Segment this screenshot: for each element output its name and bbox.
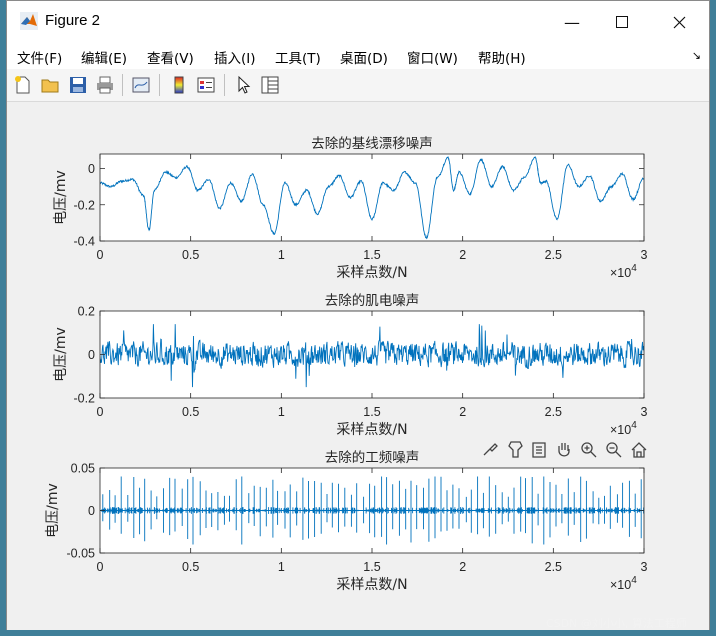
toolbar-separator: [224, 74, 225, 96]
y-axis-label: 电压/mv: [53, 170, 69, 225]
pan-icon[interactable]: [558, 443, 570, 457]
x-tick-label: 2: [459, 248, 466, 262]
x-tick-label: 2.5: [545, 405, 562, 419]
x-tick-label: 2.5: [545, 248, 562, 262]
y-axis-label: 电压/mv: [53, 327, 69, 382]
restore-view-icon[interactable]: [532, 442, 546, 458]
chart-title: 去除的肌电噪声: [325, 293, 420, 309]
menu-tools[interactable]: 工具(T): [275, 47, 321, 67]
x-tick-label: 0: [97, 248, 104, 262]
x-tick-label: 2: [459, 560, 466, 574]
matlab-logo-icon: [20, 12, 38, 30]
x-exponent-label: ×104: [610, 575, 637, 592]
link-plot-icon[interactable]: [131, 75, 151, 95]
colorbar-icon[interactable]: [169, 75, 189, 95]
x-tick-label: 3: [641, 248, 648, 262]
y-tick-label: 0: [88, 348, 95, 362]
x-axis-label: 采样点数/N: [336, 265, 407, 281]
x-tick-label: 3: [641, 405, 648, 419]
y-tick-label: 0.05: [71, 462, 95, 476]
subplot-2[interactable]: 0 0.5 1 1.5 2 2.5 30.20-0.2×104去除的肌电噪声采样点数/N电压…: [53, 293, 648, 438]
x-exponent-label: ×104: [610, 263, 637, 280]
y-tick-label: 0: [88, 162, 95, 176]
figure-window: Figure 2 — 文件(F) 编辑(E) 查看(V) 插入(I) 工具(T)…: [6, 0, 710, 630]
print-icon[interactable]: [95, 75, 115, 95]
zoom-in-icon[interactable]: [581, 442, 597, 458]
maximize-button[interactable]: [599, 1, 645, 43]
y-tick-label: 0: [88, 504, 95, 518]
maximize-icon: [616, 16, 628, 28]
menu-edit[interactable]: 编辑(E): [81, 47, 127, 67]
open-file-icon[interactable]: [40, 75, 60, 95]
x-tick-label: 3: [641, 560, 648, 574]
x-tick-label: 0: [97, 560, 104, 574]
minimize-button[interactable]: —: [549, 1, 595, 43]
figure-canvas: 0 0.5 1 1.5 2 2.5 30-0.2-0.4×104去除的基线漂移噪声采样点数/…: [45, 135, 648, 593]
title-bar: Figure 2 —: [7, 1, 709, 43]
y-axis-label: 电压/mv: [45, 483, 61, 538]
x-tick-label: 0.5: [182, 248, 199, 262]
x-axis-label: 采样点数/N: [336, 577, 407, 593]
y-tick-label: -0.05: [67, 547, 96, 561]
x-tick-label: 1.5: [363, 405, 380, 419]
x-tick-label: 1.5: [363, 248, 380, 262]
subplot-1[interactable]: 0 0.5 1 1.5 2 2.5 3 0 -0.2 -0.4 ×104 去除的基线漂移噪声采样点数/…: [53, 135, 648, 281]
chart-title: 去除的工频噪声: [325, 450, 420, 466]
chart-title: 去除的基线漂移噪声: [311, 135, 433, 152]
figure-area: 0 0.5 1 1.5 2 2.5 3 0 -0.2 -0.4 ×104 去除的基线漂移噪声 采样点数/…: [7, 102, 709, 630]
menu-desktop[interactable]: 桌面(D): [340, 47, 388, 67]
home-icon[interactable]: [631, 442, 647, 458]
menu-file[interactable]: 文件(F): [17, 47, 62, 67]
y-tick-label: -0.2: [73, 392, 95, 406]
watermark: CSDN @刘小小, 算法工程师: [546, 617, 687, 630]
x-tick-label: 1: [278, 248, 285, 262]
x-axis-label: 采样点数/N: [336, 422, 407, 438]
x-tick-label: 1.5: [363, 560, 380, 574]
toolbar-separator: [122, 74, 123, 96]
x-tick-label: 0.5: [182, 560, 199, 574]
zoom-out-icon[interactable]: [606, 442, 622, 458]
x-tick-label: 2: [459, 405, 466, 419]
close-button[interactable]: [656, 1, 702, 43]
axes-toolbar: [483, 441, 647, 458]
property-inspector-icon[interactable]: [260, 75, 280, 95]
toolbar-separator: [159, 74, 160, 96]
minimize-icon: —: [564, 12, 580, 32]
y-tick-label: -0.4: [73, 235, 95, 249]
brush-icon[interactable]: [483, 443, 498, 456]
y-tick-label: 0.2: [78, 305, 95, 319]
data-tips-icon[interactable]: [508, 441, 523, 458]
new-figure-icon[interactable]: [13, 75, 33, 95]
edit-plot-icon[interactable]: [234, 75, 254, 95]
subplot-3[interactable]: 0 0.5 1 1.5 2 2.5 30.050-0.05×104去除的工频噪声采样点数/N…: [45, 450, 648, 593]
close-icon: [673, 16, 685, 28]
x-tick-label: 1: [278, 560, 285, 574]
dock-arrow-icon[interactable]: ↘: [692, 49, 701, 62]
x-tick-label: 2.5: [545, 560, 562, 574]
legend-icon[interactable]: [196, 75, 216, 95]
x-tick-label: 0.5: [182, 405, 199, 419]
plot-area[interactable]: [100, 154, 644, 241]
menu-insert[interactable]: 插入(I): [214, 47, 256, 67]
figure-toolbar: [7, 69, 709, 102]
x-tick-label: 1: [278, 405, 285, 419]
x-exponent-label: ×104: [610, 420, 637, 437]
window-title: Figure 2: [45, 12, 101, 29]
y-tick-label: -0.2: [73, 198, 95, 212]
x-tick-label: 0: [97, 405, 104, 419]
menu-bar: 文件(F) 编辑(E) 查看(V) 插入(I) 工具(T) 桌面(D) 窗口(W…: [7, 43, 709, 69]
menu-view[interactable]: 查看(V): [147, 47, 194, 67]
save-icon[interactable]: [68, 75, 88, 95]
menu-window[interactable]: 窗口(W): [407, 47, 458, 67]
menu-help[interactable]: 帮助(H): [478, 47, 526, 67]
